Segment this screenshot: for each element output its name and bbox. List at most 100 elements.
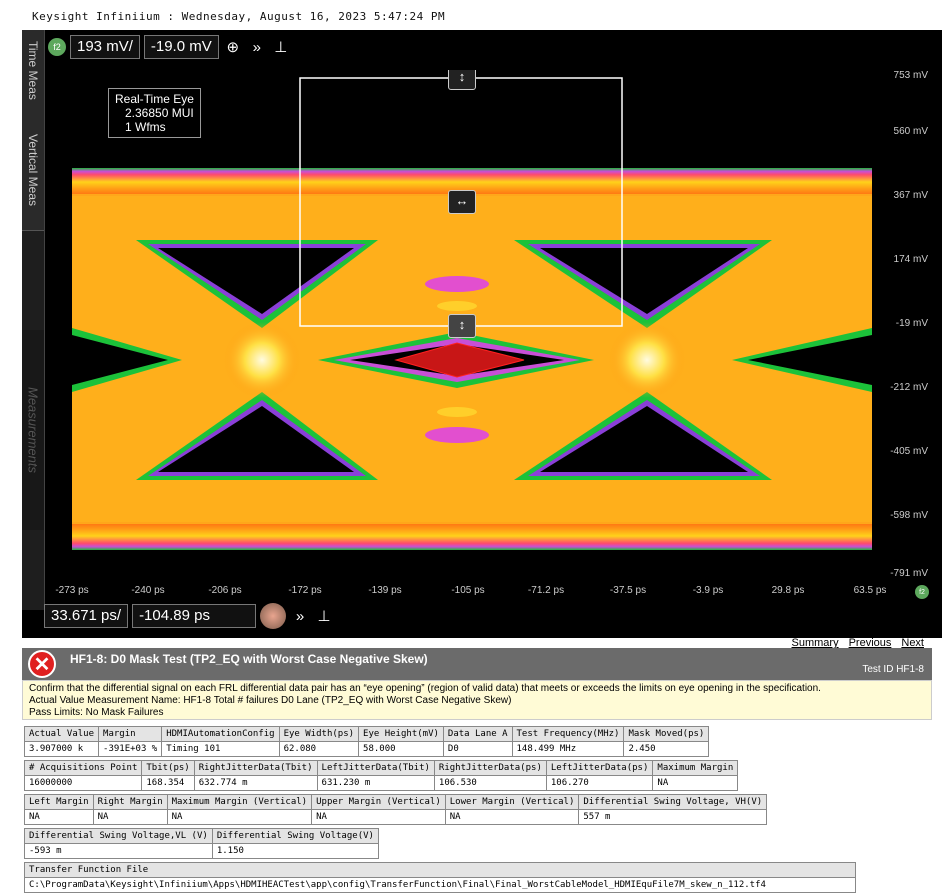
results-table-2: # Acquisitions Point Tbit(ps) RightJitte… (23, 760, 739, 791)
table-cell: 58.000 (358, 741, 444, 757)
x-tick-label: -206 ps (208, 585, 242, 596)
table-cell: -391E+03 % (98, 741, 163, 757)
x-tick-label: -105 ps (451, 585, 485, 596)
table-cell: 631.230 m (316, 775, 435, 791)
results-table-1: Actual Value Margin HDMIAutomationConfig… (23, 726, 710, 757)
horizontal-knob-icon[interactable] (260, 603, 287, 629)
y-tick-label: 560 mV (893, 126, 928, 137)
table-cell: 557 m (578, 809, 768, 825)
add-icon[interactable]: ⊕ (223, 38, 243, 56)
column-header: Differential Swing Voltage(V) (211, 828, 379, 844)
table-cell: 106.270 (545, 775, 654, 791)
table-cell: 16000000 (23, 775, 143, 791)
transfer-function-path: C:\ProgramData\Keysight\Infiniium\Apps\H… (24, 877, 856, 893)
x-tick-label: -172 ps (288, 585, 322, 596)
table-cell: 632.774 m (193, 775, 318, 791)
column-header: Transfer Function File (24, 862, 856, 878)
oscilloscope-display: Time Meas Vertical Meas Measurements f2 … (22, 30, 942, 638)
table-cell: NA (652, 775, 739, 791)
column-header: Lower Margin (Vertical) (444, 794, 580, 810)
horizontal-position-field[interactable]: -104.89 ps (132, 604, 257, 628)
x-tick-label: 63.5 ps (853, 585, 887, 596)
table-cell: 168.354 (141, 775, 195, 791)
column-header: Tbit(ps) (141, 760, 195, 776)
column-header: RightJitterData(Tbit) (193, 760, 318, 776)
column-header: LeftJitterData(ps) (545, 760, 654, 776)
column-header: Differential Swing Voltage,VL (V) (24, 828, 213, 844)
channel-badge[interactable]: f2 (48, 38, 66, 56)
table-cell: 2.450 (623, 741, 710, 757)
table-cell: NA (166, 809, 313, 825)
x-tick-label: -37.5 ps (609, 585, 647, 596)
table-cell: NA (24, 809, 94, 825)
column-header: Actual Value (23, 726, 100, 742)
expand-icon[interactable]: » (290, 608, 310, 625)
y-tick-label: -791 mV (890, 568, 928, 579)
info-mui: 2.36850 MUI (125, 106, 194, 120)
y-tick-label: 174 mV (893, 254, 928, 265)
vertical-offset-field[interactable]: -19.0 mV (143, 35, 219, 59)
column-header: Maximum Margin (652, 760, 739, 776)
info-title: Real-Time Eye (115, 92, 194, 106)
x-tick-label: -3.9 ps (692, 585, 724, 596)
column-header: Upper Margin (Vertical) (311, 794, 446, 810)
results-table-3: Left Margin Right Margin Maximum Margin … (24, 794, 768, 825)
pin-icon[interactable]: ⊥ (271, 38, 291, 56)
y-tick-label: -405 mV (890, 446, 928, 457)
y-tick-label: 367 mV (893, 190, 928, 201)
fail-icon: ✕ (28, 650, 56, 678)
move-handle-horizontal[interactable]: ↔ (448, 190, 476, 214)
results-table-4: Differential Swing Voltage,VL (V) Differ… (24, 828, 379, 859)
column-header: Mask Moved(ps) (623, 726, 710, 742)
y-tick-label: -598 mV (890, 510, 928, 521)
description-line: Confirm that the differential signal on … (29, 683, 821, 694)
pass-limits: Pass Limits: No Mask Failures (29, 707, 164, 718)
column-header: Margin (98, 726, 163, 742)
column-header: # Acquisitions Point (23, 760, 143, 776)
column-header: Test Frequency(MHz) (511, 726, 625, 742)
horizontal-scale-bar: 33.671 ps/ -104.89 ps » ⊥ (44, 602, 334, 630)
y-tick-label: -19 mV (895, 318, 928, 329)
table-cell: D0 (442, 741, 513, 757)
info-wfms: 1 Wfms (125, 120, 166, 134)
table-cell: 106.530 (433, 775, 547, 791)
y-tick-label: 753 mV (893, 70, 928, 81)
x-tick-label: 29.8 ps (771, 585, 805, 596)
column-header: Differential Swing Voltage, VH(V) (578, 794, 768, 810)
resize-handle-bottom[interactable]: ↕ (448, 314, 476, 338)
vertical-scale-field[interactable]: 193 mV/ (70, 35, 140, 59)
table-cell: Timing 101 (161, 741, 280, 757)
resize-handle-top[interactable]: ↕ (448, 70, 476, 90)
tab-vertical-meas[interactable]: Vertical Meas (22, 110, 44, 231)
table-cell: 3.907000 k (23, 741, 100, 757)
table-cell: -593 m (24, 843, 213, 859)
eye-diagram-plot: ↕ ↔ ↕ (72, 70, 872, 574)
tab-time-meas[interactable]: Time Meas (22, 30, 44, 111)
table-cell: 148.499 MHz (511, 741, 625, 757)
column-header: Right Margin (92, 794, 168, 810)
x-tick-label: -139 ps (368, 585, 402, 596)
real-time-eye-info: Real-Time Eye 2.36850 MUI 1 Wfms (108, 88, 201, 138)
pin-icon[interactable]: ⊥ (314, 607, 334, 625)
measurement-name: Actual Value Measurement Name: HF1-8 Tot… (29, 695, 512, 706)
column-header: Maximum Margin (Vertical) (166, 794, 313, 810)
column-header: Left Margin (24, 794, 94, 810)
horizontal-scale-field[interactable]: 33.671 ps/ (44, 604, 129, 628)
test-title: HF1-8: D0 Mask Test (TP2_EQ with Worst C… (70, 652, 428, 666)
results-table-5: Transfer Function File C:\ProgramData\Ke… (24, 862, 856, 893)
x-tick-label: -273 ps (55, 585, 89, 596)
x-tick-label: -71.2 ps (527, 585, 565, 596)
column-header: HDMIAutomationConfig (161, 726, 280, 742)
column-header: RightJitterData(ps) (433, 760, 547, 776)
table-cell: NA (444, 809, 580, 825)
column-header: Eye Width(ps) (278, 726, 360, 742)
vertical-scale-bar: f2 193 mV/ -19.0 mV ⊕ » ⊥ (48, 34, 291, 60)
channel-marker-right[interactable]: f2 (915, 585, 929, 599)
x-tick-label: -240 ps (131, 585, 165, 596)
test-description: Confirm that the differential signal on … (22, 680, 932, 720)
tab-measurements[interactable]: Measurements (22, 330, 44, 530)
column-header: LeftJitterData(Tbit) (316, 760, 435, 776)
test-id: Test ID HF1-8 (862, 664, 924, 675)
expand-icon[interactable]: » (247, 39, 267, 56)
y-tick-label: -212 mV (890, 382, 928, 393)
